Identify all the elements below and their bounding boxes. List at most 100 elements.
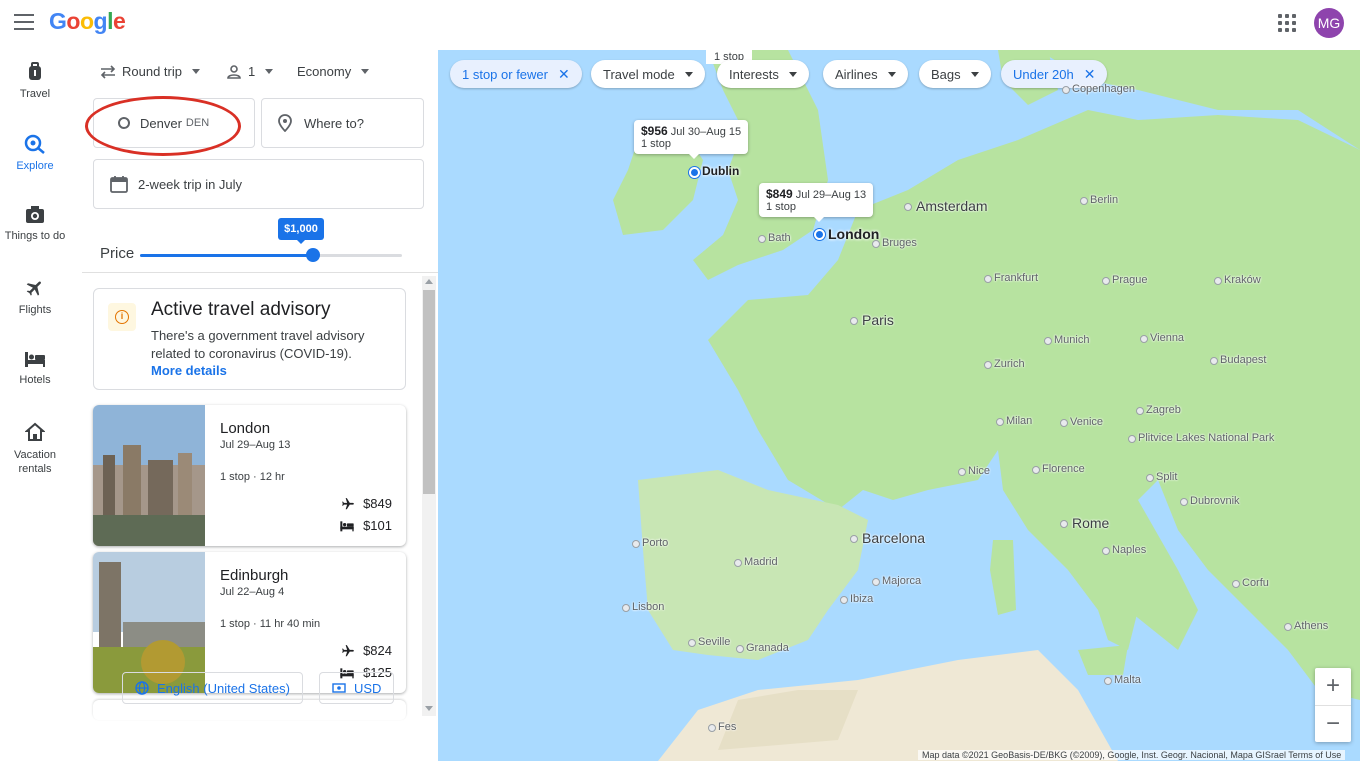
city-label[interactable]: Granada: [746, 642, 789, 654]
nav-vacation-rentals[interactable]: Vacation rentals: [0, 410, 70, 482]
dates-field[interactable]: 2-week trip in July: [93, 159, 424, 209]
city-label[interactable]: Zagreb: [1146, 404, 1181, 416]
city-label[interactable]: Fes: [718, 721, 736, 733]
city-dot[interactable]: [850, 317, 858, 325]
language-button[interactable]: English (United States): [122, 672, 303, 704]
advisory-more-details-link[interactable]: More details: [151, 363, 227, 378]
scroll-down-arrow-icon[interactable]: [425, 706, 433, 711]
city-dot[interactable]: [840, 596, 848, 604]
destination-label-london[interactable]: London: [828, 226, 879, 242]
city-dot[interactable]: [688, 639, 696, 647]
city-label[interactable]: Naples: [1112, 544, 1146, 556]
close-icon[interactable]: ✕: [558, 66, 570, 83]
city-dot[interactable]: [850, 535, 858, 543]
city-label[interactable]: Dubrovnik: [1190, 495, 1240, 507]
city-dot[interactable]: [984, 275, 992, 283]
city-label[interactable]: Amsterdam: [916, 198, 988, 214]
nav-things-to-do[interactable]: Things to do: [0, 194, 70, 266]
passengers-select[interactable]: 1: [226, 64, 274, 79]
trip-type-select[interactable]: Round trip: [100, 64, 200, 79]
city-label[interactable]: Malta: [1114, 674, 1141, 686]
nav-hotels[interactable]: Hotels: [0, 338, 70, 410]
price-slider-handle[interactable]: [305, 248, 320, 262]
cabin-class-select[interactable]: Economy: [297, 64, 370, 79]
close-icon[interactable]: ✕: [1084, 66, 1096, 83]
city-label[interactable]: Plitvice Lakes National Park: [1138, 432, 1274, 444]
city-dot[interactable]: [1102, 277, 1110, 285]
city-dot[interactable]: [1210, 357, 1218, 365]
city-dot[interactable]: [1102, 547, 1110, 555]
city-label[interactable]: Seville: [698, 636, 730, 648]
city-label[interactable]: Nice: [968, 465, 990, 477]
city-dot[interactable]: [1060, 520, 1068, 528]
price-slider[interactable]: [140, 248, 402, 262]
city-dot[interactable]: [1080, 197, 1088, 205]
result-card-london[interactable]: London Jul 29–Aug 13 1 stop · 12 hr $849…: [93, 405, 406, 546]
nav-explore[interactable]: Explore: [0, 122, 70, 194]
city-label[interactable]: Madrid: [744, 556, 778, 568]
city-label[interactable]: Vienna: [1150, 332, 1184, 344]
city-label[interactable]: Porto: [642, 537, 668, 549]
explore-map[interactable]: 1 stop 1 stop or fewer ✕ Travel mode Int…: [438, 50, 1360, 761]
city-dot[interactable]: [1146, 474, 1154, 482]
city-label[interactable]: Bath: [768, 232, 791, 244]
city-dot[interactable]: [632, 540, 640, 548]
google-logo[interactable]: Google: [49, 8, 126, 35]
destination-pin-dublin[interactable]: [689, 167, 700, 178]
city-dot[interactable]: [1140, 335, 1148, 343]
city-label[interactable]: Barcelona: [862, 530, 925, 546]
city-label[interactable]: Budapest: [1220, 354, 1266, 366]
city-label[interactable]: Copenhagen: [1072, 83, 1135, 95]
city-label[interactable]: Florence: [1042, 463, 1085, 475]
city-label[interactable]: Kraków: [1224, 274, 1261, 286]
city-label[interactable]: Venice: [1070, 416, 1103, 428]
price-bubble-dublin[interactable]: $956 Jul 30–Aug 15 1 stop: [634, 120, 749, 159]
filter-chip-bags[interactable]: Bags: [919, 60, 991, 88]
city-label[interactable]: Munich: [1054, 334, 1089, 346]
city-label[interactable]: Paris: [862, 312, 894, 328]
city-dot[interactable]: [958, 468, 966, 476]
city-dot[interactable]: [1062, 86, 1070, 94]
city-label[interactable]: Majorca: [882, 575, 921, 587]
city-label[interactable]: Split: [1156, 471, 1177, 483]
nav-flights[interactable]: Flights: [0, 266, 70, 338]
destination-field[interactable]: Where to?: [261, 98, 424, 148]
city-dot[interactable]: [1214, 277, 1222, 285]
city-dot[interactable]: [1044, 337, 1052, 345]
city-dot[interactable]: [736, 645, 744, 653]
city-label[interactable]: Ibiza: [850, 593, 873, 605]
city-label[interactable]: Berlin: [1090, 194, 1118, 206]
filter-chip-travel-mode[interactable]: Travel mode: [591, 60, 705, 88]
city-label[interactable]: Corfu: [1242, 577, 1269, 589]
main-menu-icon[interactable]: [14, 14, 34, 30]
city-dot[interactable]: [1284, 623, 1292, 631]
city-dot[interactable]: [708, 724, 716, 732]
destination-pin-london[interactable]: [814, 229, 825, 240]
scrollbar-thumb[interactable]: [423, 290, 435, 494]
city-dot[interactable]: [1032, 466, 1040, 474]
scroll-up-arrow-icon[interactable]: [425, 279, 433, 284]
city-dot[interactable]: [758, 235, 766, 243]
city-label[interactable]: Rome: [1072, 515, 1109, 531]
filter-chip-stops[interactable]: 1 stop or fewer ✕: [450, 60, 582, 88]
city-dot[interactable]: [1104, 677, 1112, 685]
apps-grid-icon[interactable]: [1278, 14, 1296, 32]
city-label[interactable]: Prague: [1112, 274, 1147, 286]
city-dot[interactable]: [996, 418, 1004, 426]
city-label[interactable]: Lisbon: [632, 601, 664, 613]
zoom-in-button[interactable]: +: [1315, 668, 1351, 705]
currency-button[interactable]: USD: [319, 672, 395, 704]
city-label[interactable]: Bruges: [882, 237, 917, 249]
destination-label-dublin[interactable]: Dublin: [702, 164, 739, 178]
city-dot[interactable]: [1136, 407, 1144, 415]
city-dot[interactable]: [1232, 580, 1240, 588]
city-label[interactable]: Athens: [1294, 620, 1328, 632]
zoom-out-button[interactable]: −: [1315, 705, 1351, 742]
city-dot[interactable]: [904, 203, 912, 211]
city-dot[interactable]: [1060, 419, 1068, 427]
results-scrollbar[interactable]: [422, 276, 436, 716]
city-label[interactable]: Milan: [1006, 415, 1032, 427]
city-dot[interactable]: [1180, 498, 1188, 506]
city-dot[interactable]: [734, 559, 742, 567]
price-bubble-london[interactable]: $849 Jul 29–Aug 13 1 stop: [759, 183, 874, 222]
